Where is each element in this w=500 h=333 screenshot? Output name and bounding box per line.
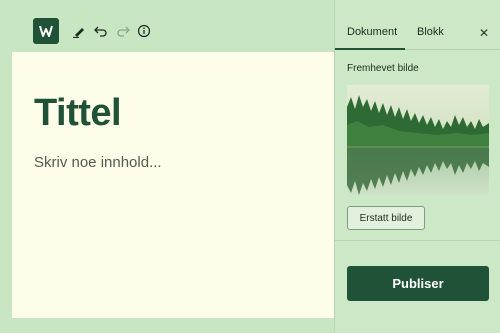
pen-icon[interactable] xyxy=(72,24,86,38)
editor-canvas: Tittel Skriv noe innhold... xyxy=(12,52,334,318)
tab-block[interactable]: Blokk xyxy=(417,26,444,38)
active-tab-indicator xyxy=(335,48,405,50)
featured-image[interactable] xyxy=(347,85,489,195)
site-logo-icon[interactable] xyxy=(33,18,59,44)
replace-image-button[interactable]: Erstatt bilde xyxy=(347,206,425,230)
sidebar-divider xyxy=(335,240,500,241)
sidebar-tabs: Dokument Blokk ✕ xyxy=(335,18,500,50)
top-toolbar xyxy=(0,0,334,52)
redo-icon[interactable] xyxy=(116,24,130,38)
w-logo-icon xyxy=(39,25,53,37)
info-icon[interactable] xyxy=(137,24,151,38)
post-title[interactable]: Tittel xyxy=(34,92,122,135)
tab-document[interactable]: Dokument xyxy=(347,26,397,38)
undo-icon[interactable] xyxy=(94,24,108,38)
featured-image-label: Fremhevet bilde xyxy=(347,63,419,74)
close-icon[interactable]: ✕ xyxy=(479,26,489,40)
publish-button[interactable]: Publiser xyxy=(347,266,489,301)
content-placeholder[interactable]: Skriv noe innhold... xyxy=(34,154,162,171)
settings-sidebar: Dokument Blokk ✕ Fremhevet bilde Erstatt… xyxy=(334,0,500,333)
